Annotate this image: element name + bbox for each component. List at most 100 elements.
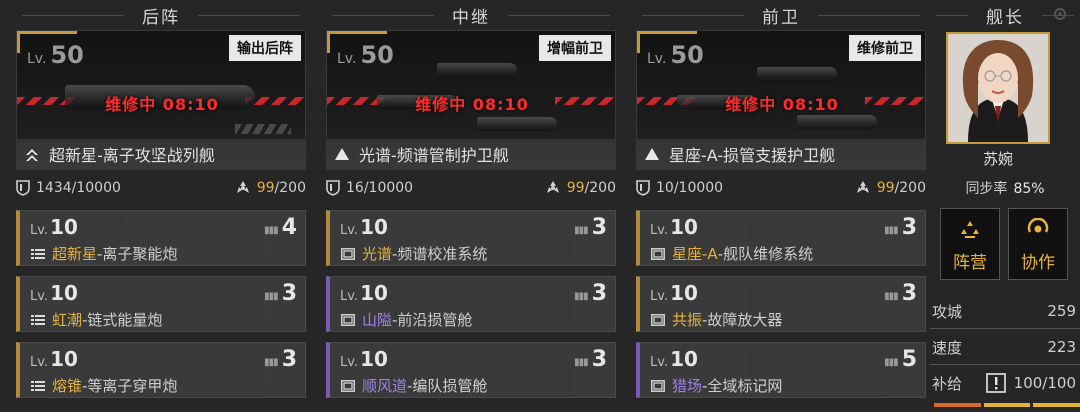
radiation-icon bbox=[545, 180, 561, 196]
module-name: 虹潮 -链式能量炮 bbox=[30, 309, 162, 330]
ship-name: 星座-A-损管支援护卫舰 bbox=[669, 146, 836, 165]
attr-supply: 补给 100/100 bbox=[932, 373, 1076, 393]
cooperation-icon bbox=[1027, 218, 1049, 240]
column-title: 中继 bbox=[452, 7, 490, 28]
ship-level: Lv. 50 bbox=[647, 41, 704, 69]
ship-image bbox=[477, 117, 557, 131]
module-name: 顺风道 -编队损管舱 bbox=[340, 375, 487, 396]
module-slot[interactable]: Lv. 10 ▮▮▮ 3 共振 -故障放大器 bbox=[636, 276, 926, 332]
module-level: Lv. 10 bbox=[30, 215, 78, 239]
ship-stats: 10/10000 99/200 bbox=[636, 176, 926, 200]
ship-role-tag: 维修前卫 bbox=[849, 35, 921, 61]
column-title: 后阵 bbox=[142, 7, 180, 28]
repair-status: 维修中 08:10 bbox=[105, 95, 219, 114]
triangle-icon bbox=[643, 145, 661, 163]
weapon-icon bbox=[30, 313, 46, 327]
double-chevron-icon bbox=[23, 145, 41, 163]
module-name: 星座-A -舰队维修系统 bbox=[650, 243, 813, 264]
ship-name-bar: 光谱-频谱管制护卫舰 bbox=[327, 139, 615, 169]
module-count: ▮▮▮ 3 bbox=[264, 281, 297, 306]
ship-name-bar: 星座-A-损管支援护卫舰 bbox=[637, 139, 925, 169]
captain-title: 舰长 bbox=[986, 7, 1024, 28]
column-vanguard: 前卫 Lv. 50 维修前卫 维修中 08:10 星座-A-损管支援护卫舰 10/… bbox=[636, 0, 926, 412]
column-header: 中继 bbox=[326, 0, 616, 30]
weapon-icon bbox=[30, 247, 46, 261]
module-slot[interactable]: Lv. 10 ▮▮▮ 5 猎场 -全域标记网 bbox=[636, 342, 926, 398]
module-slot[interactable]: Lv. 10 ▮▮▮ 3 虹潮 -链式能量炮 bbox=[16, 276, 306, 332]
module-level: Lv. 10 bbox=[650, 281, 698, 305]
module-slot[interactable]: Lv. 10 ▮▮▮ 3 山隘 -前沿损管舱 bbox=[326, 276, 616, 332]
ship-card[interactable]: Lv. 50 维修前卫 维修中 08:10 星座-A-损管支援护卫舰 bbox=[636, 30, 926, 170]
ship-name-bar: 超新星-离子攻坚战列舰 bbox=[17, 139, 305, 169]
ship-name: 超新星-离子攻坚战列舰 bbox=[49, 146, 215, 165]
module-level: Lv. 10 bbox=[650, 347, 698, 371]
column-relay: 中继 Lv. 50 增幅前卫 维修中 08:10 光谱-频谱管制护卫舰 16/10… bbox=[326, 0, 616, 412]
column-rear: 后阵 Lv. 50 输出后阵 维修中 08:10 超新星-离子攻坚战列舰 1434… bbox=[16, 0, 306, 412]
ship-image bbox=[797, 115, 877, 129]
cooperation-button[interactable]: 协作 bbox=[1008, 208, 1068, 280]
faction-button[interactable]: 阵营 bbox=[940, 208, 1000, 280]
module-level: Lv. 10 bbox=[650, 215, 698, 239]
ship-image bbox=[757, 67, 837, 81]
ship-card[interactable]: Lv. 50 增幅前卫 维修中 08:10 光谱-频谱管制护卫舰 bbox=[326, 30, 616, 170]
command-cost: 99/200 bbox=[855, 180, 926, 196]
durability: 1434/10000 bbox=[16, 180, 121, 196]
alert-icon[interactable] bbox=[985, 373, 1006, 393]
supply-bar bbox=[934, 403, 1080, 407]
captain-panel: 舰长 苏婉 同步率 85% 阵营 协作 攻城 259 速度 223 补给 100… bbox=[930, 0, 1080, 412]
triangle-icon bbox=[333, 145, 351, 163]
module-slot[interactable]: Lv. 10 ▮▮▮ 3 星座-A -舰队维修系统 bbox=[636, 210, 926, 266]
system-icon bbox=[340, 313, 356, 327]
module-slot[interactable]: Lv. 10 ▮▮▮ 4 超新星 -离子聚能炮 bbox=[16, 210, 306, 266]
system-icon bbox=[340, 247, 356, 261]
system-icon bbox=[650, 247, 666, 261]
module-count: ▮▮▮ 3 bbox=[884, 281, 917, 306]
weapon-icon bbox=[30, 379, 46, 393]
repair-status: 维修中 08:10 bbox=[415, 95, 529, 114]
module-level: Lv. 10 bbox=[340, 347, 388, 371]
system-icon bbox=[650, 313, 666, 327]
module-count: ▮▮▮ 3 bbox=[574, 215, 607, 240]
module-name: 光谱 -频谱校准系统 bbox=[340, 243, 487, 264]
ship-role-tag: 输出后阵 bbox=[229, 35, 301, 61]
shield-icon bbox=[326, 180, 340, 196]
module-count: ▮▮▮ 3 bbox=[574, 347, 607, 372]
module-slot[interactable]: Lv. 10 ▮▮▮ 3 顺风道 -编队损管舱 bbox=[326, 342, 616, 398]
durability: 10/10000 bbox=[636, 180, 723, 196]
command-cost: 99/200 bbox=[545, 180, 616, 196]
ship-role-tag: 增幅前卫 bbox=[539, 35, 611, 61]
module-count: ▮▮▮ 3 bbox=[884, 215, 917, 240]
module-slot[interactable]: Lv. 10 ▮▮▮ 3 熔锥 -等离子穿甲炮 bbox=[16, 342, 306, 398]
gear-icon[interactable] bbox=[1052, 6, 1068, 22]
system-icon bbox=[340, 379, 356, 393]
ship-stats: 1434/10000 99/200 bbox=[16, 176, 306, 200]
captain-avatar[interactable] bbox=[946, 32, 1050, 144]
ship-card[interactable]: Lv. 50 输出后阵 维修中 08:10 超新星-离子攻坚战列舰 bbox=[16, 30, 306, 170]
attr-speed: 速度 223 bbox=[932, 338, 1076, 357]
radiation-icon bbox=[235, 180, 251, 196]
sync-rate: 同步率 85% bbox=[965, 181, 1045, 197]
ship-stats: 16/10000 99/200 bbox=[326, 176, 616, 200]
module-slot[interactable]: Lv. 10 ▮▮▮ 3 光谱 -频谱校准系统 bbox=[326, 210, 616, 266]
column-header: 前卫 bbox=[636, 0, 926, 30]
module-name: 猎场 -全域标记网 bbox=[650, 375, 782, 396]
module-count: ▮▮▮ 4 bbox=[264, 215, 297, 240]
system-icon bbox=[650, 379, 666, 393]
module-name: 超新星 -离子聚能炮 bbox=[30, 243, 177, 264]
captain-name: 苏婉 bbox=[982, 150, 1013, 168]
module-count: ▮▮▮ 3 bbox=[264, 347, 297, 372]
module-count: ▮▮▮ 3 bbox=[574, 281, 607, 306]
durability: 16/10000 bbox=[326, 180, 413, 196]
ship-name: 光谱-频谱管制护卫舰 bbox=[359, 146, 509, 165]
column-title: 前卫 bbox=[762, 7, 800, 28]
column-header: 后阵 bbox=[16, 0, 306, 30]
radiation-icon bbox=[855, 180, 871, 196]
shield-icon bbox=[16, 180, 30, 196]
ship-image bbox=[437, 63, 517, 77]
module-level: Lv. 10 bbox=[340, 215, 388, 239]
module-level: Lv. 10 bbox=[30, 281, 78, 305]
module-count: ▮▮▮ 5 bbox=[884, 347, 917, 372]
faction-icon bbox=[959, 220, 981, 240]
repair-status: 维修中 08:10 bbox=[725, 95, 839, 114]
module-name: 山隘 -前沿损管舱 bbox=[340, 309, 472, 330]
